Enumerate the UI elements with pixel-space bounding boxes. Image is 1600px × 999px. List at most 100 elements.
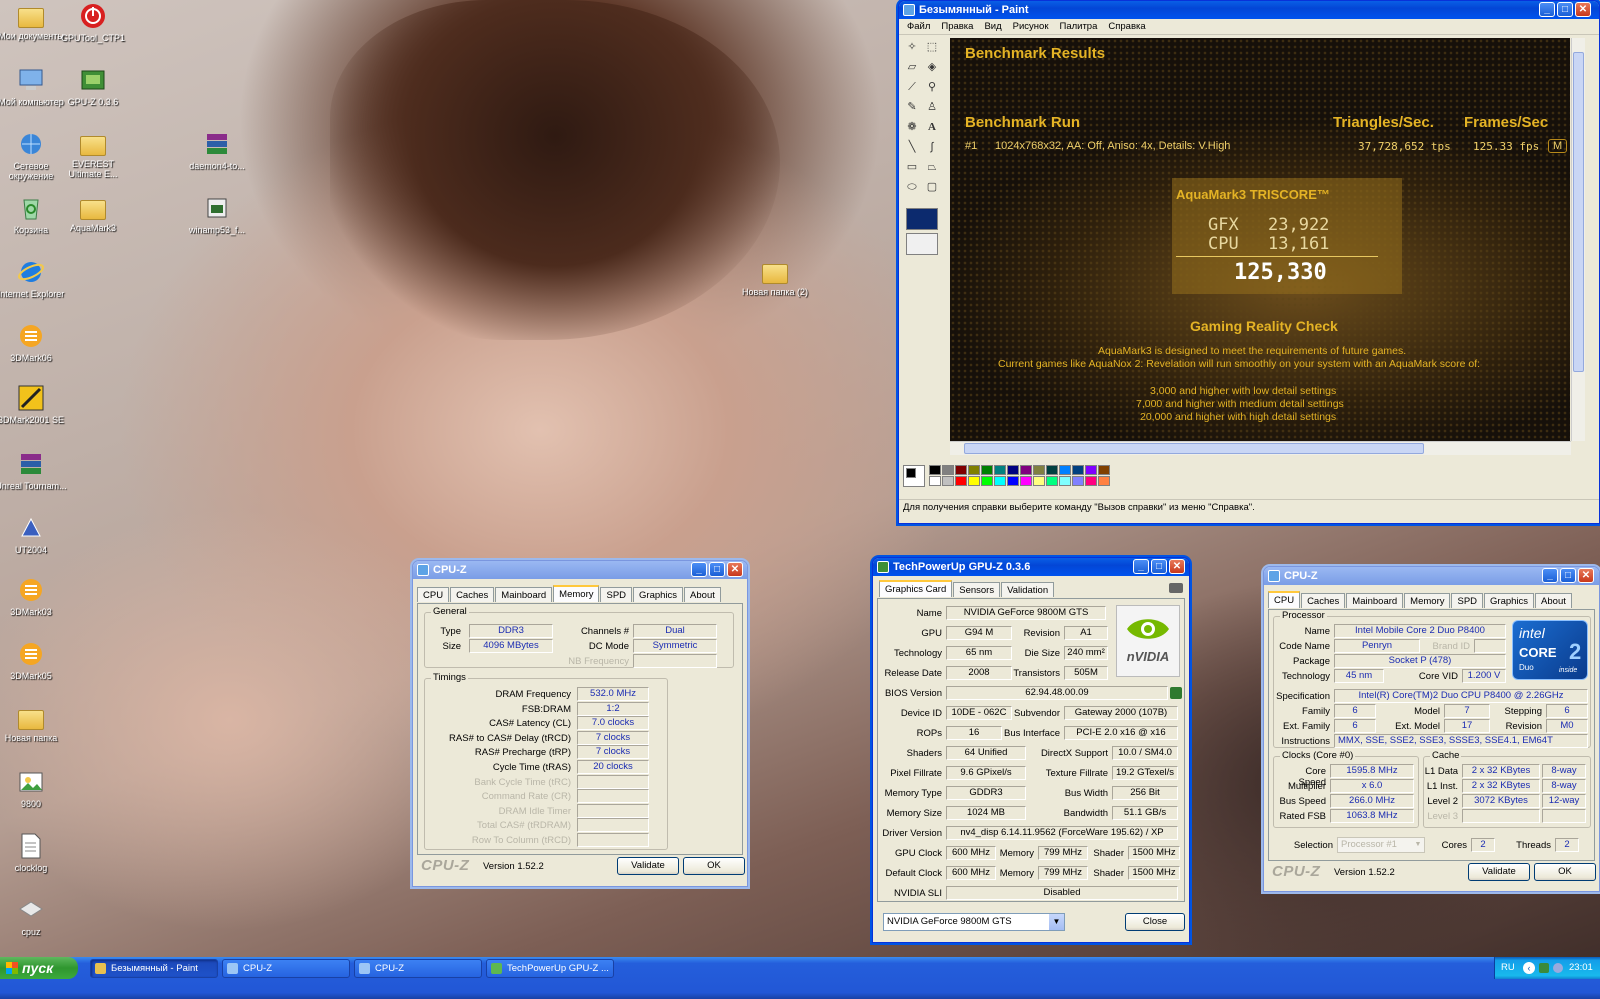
chevron-down-icon[interactable]: ▼ xyxy=(1049,914,1064,930)
close-button[interactable]: ✕ xyxy=(1575,2,1591,17)
palette-swatch[interactable] xyxy=(1033,476,1045,486)
palette-swatch[interactable] xyxy=(994,465,1006,475)
tab-memory[interactable]: Memory xyxy=(1404,593,1451,608)
desktop-icon-new-folder-2[interactable]: Новая папка (2) xyxy=(738,258,812,297)
palette-swatch[interactable] xyxy=(1059,476,1071,486)
fill-tool-icon[interactable]: ◈ xyxy=(923,58,941,76)
close-button[interactable]: ✕ xyxy=(1169,559,1185,574)
tab-spd[interactable]: SPD xyxy=(1451,593,1484,608)
palette-swatch[interactable] xyxy=(1033,465,1045,475)
minimize-button[interactable]: _ xyxy=(1133,559,1149,574)
maximize-button[interactable]: □ xyxy=(709,562,725,577)
taskbar-item-gpuz[interactable]: TechPowerUp GPU-Z ... xyxy=(486,959,614,978)
taskbar-item-cpuz-2[interactable]: CPU-Z xyxy=(354,959,482,978)
cpuz-memory-titlebar[interactable]: CPU-Z _ □ ✕ xyxy=(413,561,747,579)
rectangle-tool-icon[interactable]: ▭ xyxy=(903,158,921,176)
pencil-tool-icon[interactable]: ✎ xyxy=(903,98,921,116)
menu-help[interactable]: Справка xyxy=(1103,19,1151,34)
current-colors[interactable] xyxy=(903,465,925,487)
horizontal-scrollbar[interactable] xyxy=(950,441,1571,455)
processor-select[interactable]: Processor #1 ▼ xyxy=(1337,837,1425,853)
desktop-icon-cpuz[interactable]: cpuz xyxy=(0,896,68,937)
curve-tool-icon[interactable]: ∫ xyxy=(923,138,941,156)
tab-graphics[interactable]: Graphics xyxy=(633,587,684,602)
tab-about[interactable]: About xyxy=(684,587,721,602)
tab-memory[interactable]: Memory xyxy=(553,585,600,602)
maximize-button[interactable]: □ xyxy=(1151,559,1167,574)
palette-swatch[interactable] xyxy=(1072,476,1084,486)
start-button[interactable]: пуск xyxy=(0,957,78,979)
gpu-select-dropdown[interactable]: NVIDIA GeForce 9800M GTS ▼ xyxy=(883,913,1065,931)
desktop-icon-aquamark3[interactable]: AquaMark3 xyxy=(56,194,130,233)
volume-tray-icon[interactable] xyxy=(1553,963,1563,973)
palette-swatch[interactable] xyxy=(1059,465,1071,475)
palette-swatch[interactable] xyxy=(968,465,980,475)
menu-view[interactable]: Вид xyxy=(979,19,1007,34)
maximize-button[interactable]: □ xyxy=(1557,2,1573,17)
desktop-icon-ie[interactable]: Internet Explorer xyxy=(0,258,68,299)
picker-tool-icon[interactable]: ⟋ xyxy=(903,78,921,96)
tab-sensors[interactable]: Sensors xyxy=(953,582,1001,597)
tab-cpu[interactable]: CPU xyxy=(417,587,450,602)
magnifier-tool-icon[interactable]: ⚲ xyxy=(923,78,941,96)
tab-spd[interactable]: SPD xyxy=(600,587,633,602)
desktop-icon-clocklog[interactable]: clocklog xyxy=(0,832,68,873)
palette-swatch[interactable] xyxy=(929,465,941,475)
desktop-icon-9800[interactable]: 9800 xyxy=(0,768,68,809)
palette-swatch[interactable] xyxy=(929,476,941,486)
palette-swatch[interactable] xyxy=(1046,476,1058,486)
clock[interactable]: 23:01 xyxy=(1569,957,1593,979)
palette-swatch[interactable] xyxy=(1098,465,1110,475)
desktop-icon-unreal[interactable]: Unreal Tournam... xyxy=(0,450,68,491)
palette-swatch[interactable] xyxy=(1007,465,1019,475)
palette-swatch[interactable] xyxy=(955,465,967,475)
menu-file[interactable]: Файл xyxy=(902,19,936,34)
opaque-option-icon[interactable] xyxy=(906,233,938,255)
rounded-rect-tool-icon[interactable]: ▢ xyxy=(923,178,941,196)
ok-button[interactable]: OK xyxy=(683,857,745,875)
palette-swatch[interactable] xyxy=(1098,476,1110,486)
taskbar-item-cpuz-1[interactable]: CPU-Z xyxy=(222,959,350,978)
tab-cpu[interactable]: CPU xyxy=(1268,591,1301,608)
palette-swatch[interactable] xyxy=(968,476,980,486)
desktop-icon-3dmark03[interactable]: 3DMark03 xyxy=(0,576,68,617)
close-button[interactable]: ✕ xyxy=(727,562,743,577)
palette-swatch[interactable] xyxy=(1085,465,1097,475)
desktop-icon-daemon[interactable]: daemon4-to... xyxy=(180,130,254,171)
palette-swatch[interactable] xyxy=(1046,465,1058,475)
text-tool-icon[interactable]: A xyxy=(923,118,941,136)
brush-tool-icon[interactable]: ♙ xyxy=(923,98,941,116)
menu-image[interactable]: Рисунок xyxy=(1008,19,1055,34)
palette-swatch[interactable] xyxy=(1020,476,1032,486)
close-gpuz-button[interactable]: Close xyxy=(1125,913,1185,931)
close-button[interactable]: ✕ xyxy=(1578,568,1594,583)
desktop-icon-ut2004[interactable]: UT2004 xyxy=(0,514,68,555)
polygon-tool-icon[interactable]: ⏢ xyxy=(923,158,941,176)
palette-swatch[interactable] xyxy=(981,476,993,486)
paint-titlebar[interactable]: Безымянный - Paint _ □ ✕ xyxy=(899,1,1599,19)
palette-swatch[interactable] xyxy=(1007,476,1019,486)
validate-button[interactable]: Validate xyxy=(617,857,679,875)
palette-swatch[interactable] xyxy=(1020,465,1032,475)
ellipse-tool-icon[interactable]: ⬭ xyxy=(903,178,921,196)
vertical-scrollbar[interactable] xyxy=(1571,38,1585,441)
free-select-tool-icon[interactable]: ✧ xyxy=(903,38,921,56)
desktop-icon-gpuz[interactable]: GPU-Z 0.3.6 xyxy=(56,66,130,107)
gpuz-titlebar[interactable]: TechPowerUp GPU-Z 0.3.6 _ □ ✕ xyxy=(873,558,1189,576)
line-tool-icon[interactable]: ╲ xyxy=(903,138,921,156)
validate-button[interactable]: Validate xyxy=(1468,863,1530,881)
palette-swatch[interactable] xyxy=(1085,476,1097,486)
palette-swatch[interactable] xyxy=(942,465,954,475)
palette-swatch[interactable] xyxy=(1072,465,1084,475)
desktop-icon-3dmark06[interactable]: 3DMark06 xyxy=(0,322,68,363)
palette-swatch[interactable] xyxy=(942,476,954,486)
vertical-scroll-thumb[interactable] xyxy=(1573,52,1584,372)
palette-swatch[interactable] xyxy=(955,476,967,486)
minimize-button[interactable]: _ xyxy=(691,562,707,577)
tab-graphics[interactable]: Graphics xyxy=(1484,593,1535,608)
horizontal-scroll-thumb[interactable] xyxy=(964,443,1424,454)
maximize-button[interactable]: □ xyxy=(1560,568,1576,583)
desktop-icon-3dmark2001[interactable]: 3DMark2001 SE xyxy=(0,384,68,425)
ok-button[interactable]: OK xyxy=(1534,863,1596,881)
camera-icon[interactable] xyxy=(1169,583,1183,593)
